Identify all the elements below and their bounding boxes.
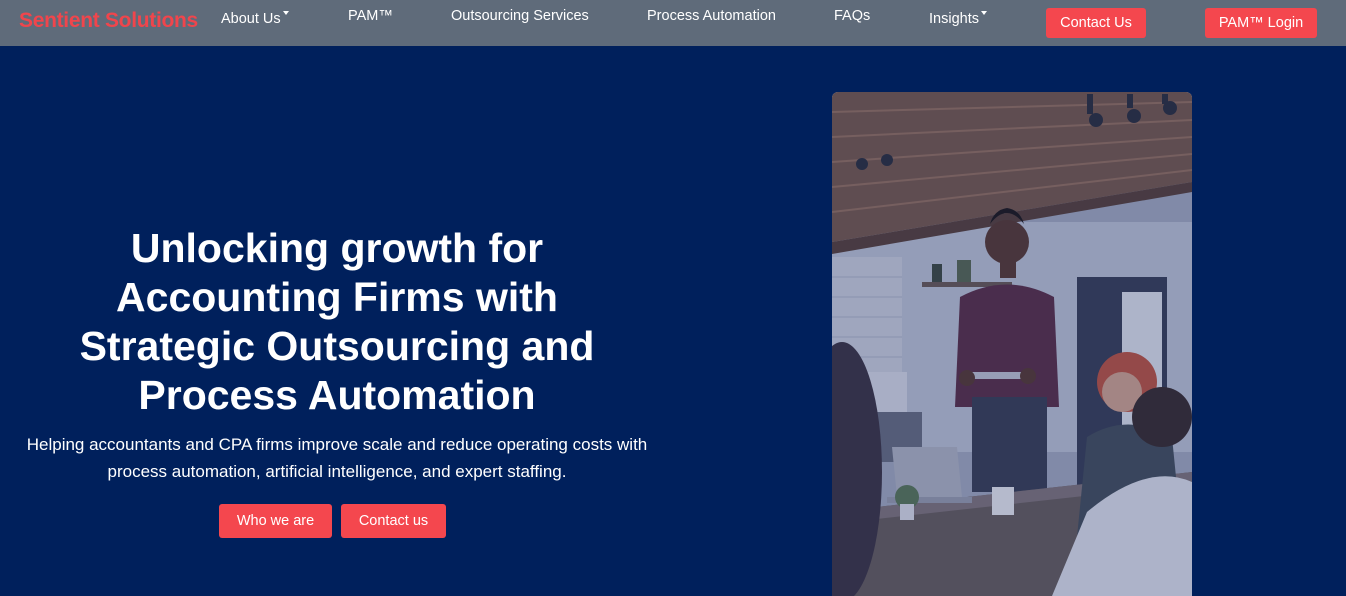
office-meeting-illustration xyxy=(832,92,1192,596)
nav-pam[interactable]: PAM™ xyxy=(348,8,393,24)
hero-title-line: Unlocking growth for xyxy=(130,225,544,271)
who-we-are-button[interactable]: Who we are xyxy=(219,504,332,538)
hero-title-line: Accounting Firms with xyxy=(116,274,558,320)
hero-title-line: Strategic Outsourcing and xyxy=(79,323,595,369)
contact-us-button[interactable]: Contact Us xyxy=(1046,8,1146,38)
nav-about-us[interactable]: About Us xyxy=(221,11,289,27)
nav-process-automation[interactable]: Process Automation xyxy=(647,8,776,24)
chevron-down-icon xyxy=(282,11,289,15)
nav-insights[interactable]: Insights xyxy=(929,11,987,27)
pam-login-button[interactable]: PAM™ Login xyxy=(1205,8,1317,38)
navbar: Sentient Solutions About Us PAM™ Outsour… xyxy=(0,0,1346,46)
hero-subtitle: Helping accountants and CPA firms improv… xyxy=(10,431,664,485)
nav-faqs[interactable]: FAQs xyxy=(834,8,870,24)
contact-us-hero-button[interactable]: Contact us xyxy=(341,504,446,538)
hero-subtitle-line: Helping accountants and CPA firms improv… xyxy=(26,435,648,454)
hero-title-line: Process Automation xyxy=(138,372,536,418)
brand-logo[interactable]: Sentient Solutions xyxy=(19,9,198,33)
nav-about-us-label: About Us xyxy=(221,11,281,27)
nav-outsourcing-services[interactable]: Outsourcing Services xyxy=(451,8,589,24)
hero-title: Unlocking growth for Accounting Firms wi… xyxy=(30,224,644,420)
hero-subtitle-line: process automation, artificial intellige… xyxy=(107,462,567,481)
nav-insights-label: Insights xyxy=(929,11,979,27)
hero-photo xyxy=(832,92,1192,596)
chevron-down-icon xyxy=(980,11,987,15)
